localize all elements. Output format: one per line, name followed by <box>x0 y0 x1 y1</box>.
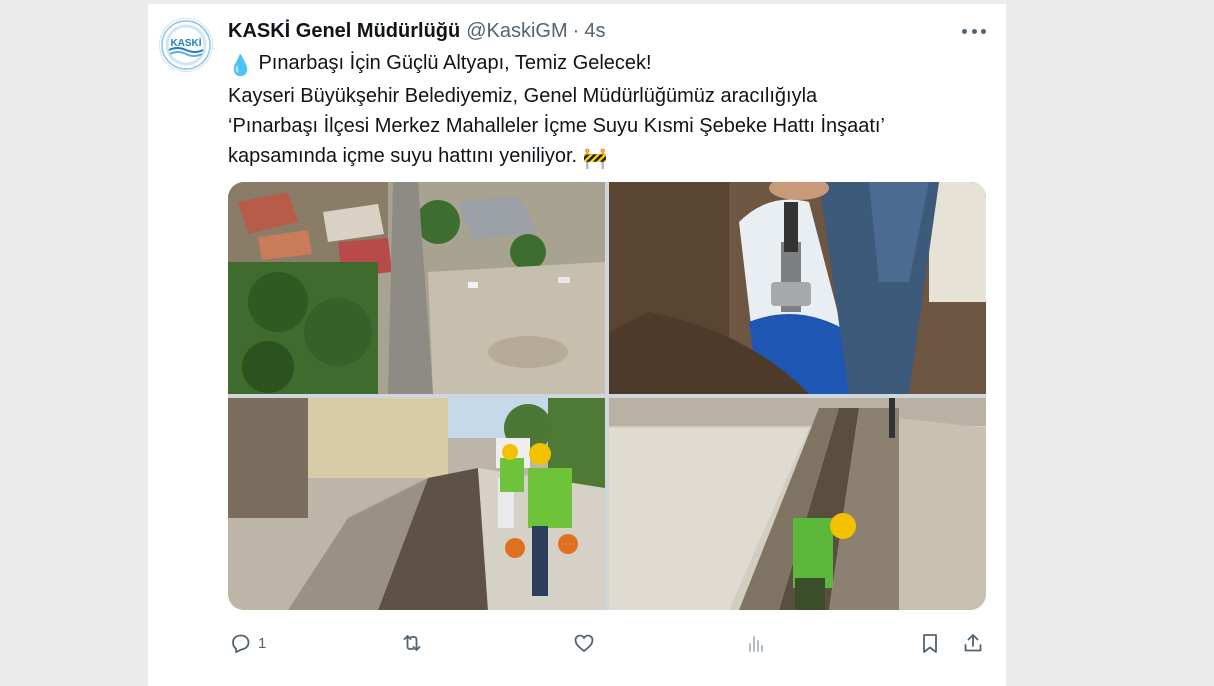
more-icon-dot <box>971 28 977 34</box>
views-icon <box>749 636 763 652</box>
droplet-emoji: 💧 <box>228 55 253 77</box>
bookmark-icon <box>923 634 937 653</box>
timestamp[interactable]: 4s <box>584 20 605 43</box>
share-button[interactable] <box>961 628 985 658</box>
media-photo-aerial-street[interactable] <box>228 182 605 394</box>
bookmark-button[interactable] <box>918 628 942 658</box>
tweet-card[interactable]: KASKİ KASKİ Genel Müdürlüğü @KaskiGM · 4… <box>148 4 1006 686</box>
media-photo-workers-trench[interactable] <box>228 398 605 610</box>
heart-icon <box>574 634 594 652</box>
tweet-headline: Pınarbaşı İçin Güçlü Altyapı, Temiz Gele… <box>258 52 652 74</box>
media-grid <box>228 182 986 610</box>
more-options-button[interactable] <box>962 22 986 40</box>
reply-button[interactable]: 1 <box>228 628 266 658</box>
tweet-text-last: kapsamında içme suyu hattını yeniliyor. <box>228 145 578 167</box>
more-icon-dot <box>981 28 986 34</box>
user-handle[interactable]: @KaskiGM <box>466 20 567 43</box>
more-icon-dot <box>962 28 967 34</box>
logo-text: KASKİ <box>170 36 201 49</box>
avatar[interactable]: KASKİ <box>159 18 213 72</box>
separator-dot: · <box>572 19 580 42</box>
retweet-icon <box>403 635 421 651</box>
media-photo-long-trench[interactable] <box>609 398 986 610</box>
reply-icon <box>232 634 250 653</box>
like-button[interactable] <box>572 628 602 658</box>
tweet-text-line: kapsamında içme suyu hattını yeniliyor. … <box>228 141 998 174</box>
retweet-button[interactable] <box>400 628 430 658</box>
tweet-text-line: Kayseri Büyükşehir Belediyemiz, Genel Mü… <box>228 85 818 107</box>
reply-count: 1 <box>258 634 267 652</box>
tweet-text-line: ‘Pınarbaşı İlçesi Merkez Mahalleler İçme… <box>228 115 885 137</box>
tweet-text: 💧 Pınarbaşı İçin Güçlü Altyapı, Temiz Ge… <box>228 48 998 174</box>
share-icon <box>964 634 982 652</box>
tweet-header: KASKİ Genel Müdürlüğü @KaskiGM · 4s <box>228 18 990 44</box>
views-button[interactable] <box>744 628 774 658</box>
construction-emoji: 🚧 <box>582 148 608 170</box>
tweet-text-line: 💧 Pınarbaşı İçin Güçlü Altyapı, Temiz Ge… <box>228 48 998 81</box>
kaski-logo: KASKİ <box>161 20 211 70</box>
media-photo-pipe-tapping[interactable] <box>609 182 986 394</box>
display-name[interactable]: KASKİ Genel Müdürlüğü <box>228 20 460 43</box>
tweet-actions: 1 <box>228 628 988 658</box>
